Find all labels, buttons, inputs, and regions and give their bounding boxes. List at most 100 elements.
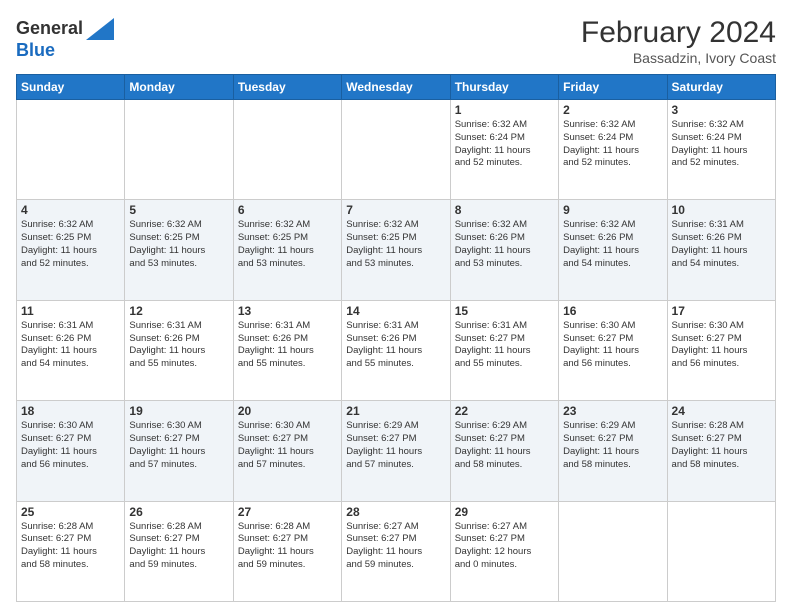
day-info: Sunrise: 6:32 AM Sunset: 6:24 PM Dayligh… — [455, 119, 554, 170]
table-row: 3 Sunrise: 6:32 AM Sunset: 6:24 PM Daylig… — [667, 100, 775, 200]
day-info: Sunrise: 6:31 AM Sunset: 6:26 PM Dayligh… — [346, 320, 445, 371]
day-info: Sunrise: 6:31 AM Sunset: 6:27 PM Dayligh… — [455, 320, 554, 371]
table-row: 28 Sunrise: 6:27 AM Sunset: 6:27 PM Dayli… — [342, 501, 450, 601]
day-number: 18 — [21, 404, 120, 418]
col-tuesday: Tuesday — [233, 75, 341, 100]
logo: General Blue — [16, 16, 114, 61]
day-info: Sunrise: 6:32 AM Sunset: 6:25 PM Dayligh… — [238, 219, 337, 270]
table-row — [17, 100, 125, 200]
day-number: 10 — [672, 203, 771, 217]
page: General Blue February 2024 Bassadzin, Iv… — [0, 0, 792, 612]
day-number: 1 — [455, 103, 554, 117]
day-info: Sunrise: 6:27 AM Sunset: 6:27 PM Dayligh… — [346, 521, 445, 572]
table-row: 21 Sunrise: 6:29 AM Sunset: 6:27 PM Dayli… — [342, 401, 450, 501]
table-row: 26 Sunrise: 6:28 AM Sunset: 6:27 PM Dayli… — [125, 501, 233, 601]
table-row — [125, 100, 233, 200]
day-info: Sunrise: 6:31 AM Sunset: 6:26 PM Dayligh… — [129, 320, 228, 371]
day-info: Sunrise: 6:28 AM Sunset: 6:27 PM Dayligh… — [238, 521, 337, 572]
day-number: 25 — [21, 505, 120, 519]
table-row: 5 Sunrise: 6:32 AM Sunset: 6:25 PM Daylig… — [125, 200, 233, 300]
calendar-header-row: Sunday Monday Tuesday Wednesday Thursday… — [17, 75, 776, 100]
day-info: Sunrise: 6:32 AM Sunset: 6:25 PM Dayligh… — [129, 219, 228, 270]
col-friday: Friday — [559, 75, 667, 100]
day-number: 14 — [346, 304, 445, 318]
table-row: 29 Sunrise: 6:27 AM Sunset: 6:27 PM Dayli… — [450, 501, 558, 601]
day-info: Sunrise: 6:28 AM Sunset: 6:27 PM Dayligh… — [21, 521, 120, 572]
calendar-week-0: 1 Sunrise: 6:32 AM Sunset: 6:24 PM Daylig… — [17, 100, 776, 200]
logo-icon — [86, 18, 114, 40]
day-number: 20 — [238, 404, 337, 418]
day-number: 4 — [21, 203, 120, 217]
table-row: 10 Sunrise: 6:31 AM Sunset: 6:26 PM Dayli… — [667, 200, 775, 300]
day-number: 28 — [346, 505, 445, 519]
day-info: Sunrise: 6:32 AM Sunset: 6:25 PM Dayligh… — [346, 219, 445, 270]
table-row: 4 Sunrise: 6:32 AM Sunset: 6:25 PM Daylig… — [17, 200, 125, 300]
day-info: Sunrise: 6:32 AM Sunset: 6:24 PM Dayligh… — [672, 119, 771, 170]
logo-general-text: General — [16, 18, 83, 39]
col-saturday: Saturday — [667, 75, 775, 100]
day-number: 26 — [129, 505, 228, 519]
day-number: 22 — [455, 404, 554, 418]
day-number: 15 — [455, 304, 554, 318]
day-number: 5 — [129, 203, 228, 217]
day-number: 3 — [672, 103, 771, 117]
table-row: 12 Sunrise: 6:31 AM Sunset: 6:26 PM Dayli… — [125, 300, 233, 400]
table-row: 2 Sunrise: 6:32 AM Sunset: 6:24 PM Daylig… — [559, 100, 667, 200]
day-number: 8 — [455, 203, 554, 217]
day-number: 27 — [238, 505, 337, 519]
table-row — [233, 100, 341, 200]
day-number: 11 — [21, 304, 120, 318]
table-row: 7 Sunrise: 6:32 AM Sunset: 6:25 PM Daylig… — [342, 200, 450, 300]
header: General Blue February 2024 Bassadzin, Iv… — [16, 16, 776, 66]
table-row: 17 Sunrise: 6:30 AM Sunset: 6:27 PM Dayli… — [667, 300, 775, 400]
day-number: 6 — [238, 203, 337, 217]
day-number: 9 — [563, 203, 662, 217]
day-info: Sunrise: 6:30 AM Sunset: 6:27 PM Dayligh… — [129, 420, 228, 471]
day-info: Sunrise: 6:29 AM Sunset: 6:27 PM Dayligh… — [346, 420, 445, 471]
table-row: 27 Sunrise: 6:28 AM Sunset: 6:27 PM Dayli… — [233, 501, 341, 601]
calendar-table: Sunday Monday Tuesday Wednesday Thursday… — [16, 74, 776, 602]
day-number: 21 — [346, 404, 445, 418]
col-monday: Monday — [125, 75, 233, 100]
logo-blue-text: Blue — [16, 40, 55, 61]
day-info: Sunrise: 6:28 AM Sunset: 6:27 PM Dayligh… — [129, 521, 228, 572]
table-row: 24Sunrise: 6:28 AM Sunset: 6:27 PM Dayli… — [667, 401, 775, 501]
table-row: 16Sunrise: 6:30 AM Sunset: 6:27 PM Dayli… — [559, 300, 667, 400]
day-info: Sunrise: 6:28 AM Sunset: 6:27 PM Dayligh… — [672, 420, 771, 471]
table-row: 8Sunrise: 6:32 AM Sunset: 6:26 PM Daylig… — [450, 200, 558, 300]
day-number: 29 — [455, 505, 554, 519]
day-info: Sunrise: 6:31 AM Sunset: 6:26 PM Dayligh… — [672, 219, 771, 270]
table-row — [667, 501, 775, 601]
day-info: Sunrise: 6:30 AM Sunset: 6:27 PM Dayligh… — [563, 320, 662, 371]
day-info: Sunrise: 6:31 AM Sunset: 6:26 PM Dayligh… — [238, 320, 337, 371]
col-wednesday: Wednesday — [342, 75, 450, 100]
table-row: 1 Sunrise: 6:32 AM Sunset: 6:24 PM Daylig… — [450, 100, 558, 200]
day-info: Sunrise: 6:30 AM Sunset: 6:27 PM Dayligh… — [21, 420, 120, 471]
month-year: February 2024 — [581, 16, 776, 50]
day-number: 2 — [563, 103, 662, 117]
day-info: Sunrise: 6:27 AM Sunset: 6:27 PM Dayligh… — [455, 521, 554, 572]
table-row — [559, 501, 667, 601]
col-sunday: Sunday — [17, 75, 125, 100]
day-info: Sunrise: 6:32 AM Sunset: 6:25 PM Dayligh… — [21, 219, 120, 270]
day-number: 12 — [129, 304, 228, 318]
day-number: 17 — [672, 304, 771, 318]
day-number: 7 — [346, 203, 445, 217]
day-info: Sunrise: 6:32 AM Sunset: 6:24 PM Dayligh… — [563, 119, 662, 170]
table-row: 23Sunrise: 6:29 AM Sunset: 6:27 PM Dayli… — [559, 401, 667, 501]
table-row: 14 Sunrise: 6:31 AM Sunset: 6:26 PM Dayli… — [342, 300, 450, 400]
table-row: 20Sunrise: 6:30 AM Sunset: 6:27 PM Dayli… — [233, 401, 341, 501]
day-info: Sunrise: 6:31 AM Sunset: 6:26 PM Dayligh… — [21, 320, 120, 371]
table-row: 25 Sunrise: 6:28 AM Sunset: 6:27 PM Dayli… — [17, 501, 125, 601]
table-row: 9 Sunrise: 6:32 AM Sunset: 6:26 PM Daylig… — [559, 200, 667, 300]
table-row: 13Sunrise: 6:31 AM Sunset: 6:26 PM Dayli… — [233, 300, 341, 400]
day-info: Sunrise: 6:30 AM Sunset: 6:27 PM Dayligh… — [672, 320, 771, 371]
table-row: 19Sunrise: 6:30 AM Sunset: 6:27 PM Dayli… — [125, 401, 233, 501]
day-number: 23 — [563, 404, 662, 418]
day-info: Sunrise: 6:32 AM Sunset: 6:26 PM Dayligh… — [563, 219, 662, 270]
table-row: 22Sunrise: 6:29 AM Sunset: 6:27 PM Dayli… — [450, 401, 558, 501]
table-row: 11 Sunrise: 6:31 AM Sunset: 6:26 PM Dayli… — [17, 300, 125, 400]
calendar-week-4: 25 Sunrise: 6:28 AM Sunset: 6:27 PM Dayli… — [17, 501, 776, 601]
table-row: 15 Sunrise: 6:31 AM Sunset: 6:27 PM Dayli… — [450, 300, 558, 400]
table-row — [342, 100, 450, 200]
